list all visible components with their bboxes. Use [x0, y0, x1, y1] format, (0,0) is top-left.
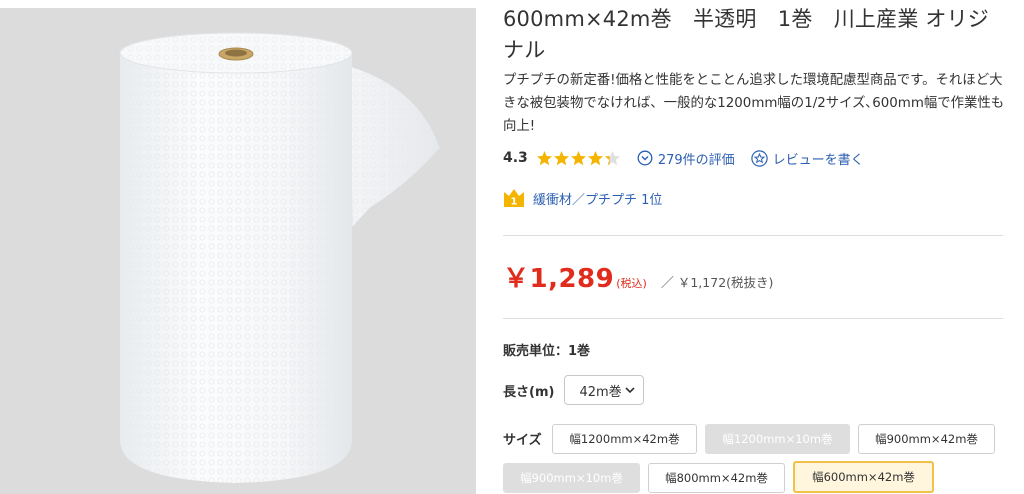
price-row: ￥1,289 (税込) ／ ￥1,172(税抜き) [503, 258, 773, 294]
star-icon [587, 150, 603, 165]
rating-row: 4.3 279件の評価 レビューを書く [503, 147, 864, 169]
star-icon [553, 150, 569, 165]
sales-unit: 販売単位：1巻 [503, 344, 591, 359]
size-option-1200x10[interactable]: 幅1200mm×10m巻 [705, 424, 850, 454]
length-label: 長さ(m) [503, 384, 555, 400]
ranking-link[interactable]: 緩衝材／プチプチ 1位 [533, 189, 662, 208]
length-row: 長さ(m) 42m巻 [503, 374, 645, 406]
bubble-wrap-roll-icon [119, 32, 441, 483]
product-title: 600mm×42m巻 半透明 1巻 川上産業 オリジ ナル [503, 7, 990, 62]
ranking-badge-icon: 1 [504, 189, 524, 208]
size-option-900x10[interactable]: 幅900mm×10m巻 [503, 463, 640, 493]
price-tax-label: (税込) [616, 277, 647, 290]
product-page: 600mm×42m巻 半透明 1巻 川上産業 オリジ ナル プチプチの新定番!価… [0, 0, 1024, 494]
product-image[interactable] [0, 8, 476, 494]
chevron-down-icon [625, 387, 636, 394]
length-selected-value: 42m巻 [579, 384, 622, 400]
write-review-label: レビューを書く [772, 152, 864, 168]
price-tax-excluded: ￥1,172(税抜き) [677, 275, 774, 290]
star-icon [570, 150, 586, 165]
rating-score: 4.3 [503, 150, 528, 166]
price-separator: ／ [660, 276, 674, 291]
reviews-link-label: 279件の評価 [657, 152, 735, 168]
size-option-label: 幅900mm×10m巻 [520, 471, 623, 485]
size-option-900x42[interactable]: 幅900mm×42m巻 [858, 424, 995, 454]
price-tax-included: ￥1,289 [503, 264, 615, 294]
size-option-label: 幅800mm×42m巻 [665, 471, 768, 485]
write-review-link[interactable]: レビューを書く [750, 149, 864, 168]
star-icon [536, 150, 552, 165]
ranking-row: 1 緩衝材／プチプチ 1位 [503, 187, 662, 209]
size-option-1200x42[interactable]: 幅1200mm×42m巻 [552, 424, 697, 454]
size-option-label: 幅1200mm×10m巻 [722, 432, 833, 446]
length-select[interactable]: 42m巻 [564, 375, 645, 405]
divider [503, 318, 1003, 319]
ranking-badge-number: 1 [511, 197, 518, 208]
chevron-circle-down-icon [637, 150, 653, 166]
size-option-label: 幅600mm×42m巻 [812, 470, 915, 484]
size-option-label: 幅900mm×42m巻 [875, 432, 978, 446]
divider [503, 235, 1003, 236]
product-description: プチプチの新定番!価格と性能をとことん追求した環境配慮型商品です。それほど大きな… [503, 73, 1005, 134]
size-label: サイズ [503, 433, 542, 448]
size-option-label: 幅1200mm×42m巻 [569, 432, 680, 446]
rating-stars [536, 150, 621, 167]
size-option-800x42[interactable]: 幅800mm×42m巻 [648, 463, 785, 493]
reviews-link[interactable]: 279件の評価 [637, 149, 735, 168]
star-icon [604, 150, 620, 165]
size-option-600x42[interactable]: 幅600mm×42m巻 [793, 461, 934, 493]
star-badge-icon [750, 149, 768, 167]
